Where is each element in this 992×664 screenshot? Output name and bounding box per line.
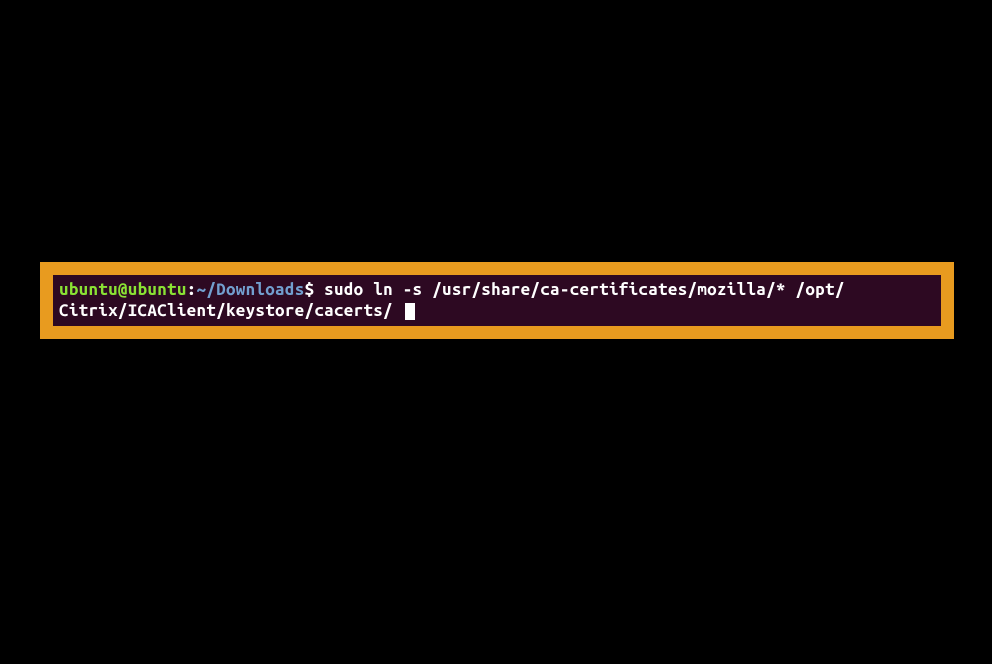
terminal-window[interactable]: ubuntu@ubuntu:~/Downloads$ sudo ln -s /u…: [53, 275, 941, 326]
terminal-highlight-wrapper: ubuntu@ubuntu:~/Downloads$ sudo ln -s /u…: [40, 262, 954, 339]
prompt-path: ~/Downloads: [197, 280, 305, 299]
command-text-line1: sudo ln -s /usr/share/ca-certificates/mo…: [314, 280, 844, 299]
prompt-host: ubuntu: [128, 280, 187, 299]
prompt-line: ubuntu@ubuntu:~/Downloads$ sudo ln -s /u…: [59, 280, 845, 299]
prompt-user: ubuntu: [59, 280, 118, 299]
command-text-line2: Citrix/ICAClient/keystore/cacerts/: [59, 301, 403, 320]
prompt-dollar: $: [305, 280, 315, 299]
prompt-colon: :: [187, 280, 197, 299]
prompt-at: @: [118, 280, 128, 299]
terminal-cursor: [405, 303, 415, 320]
